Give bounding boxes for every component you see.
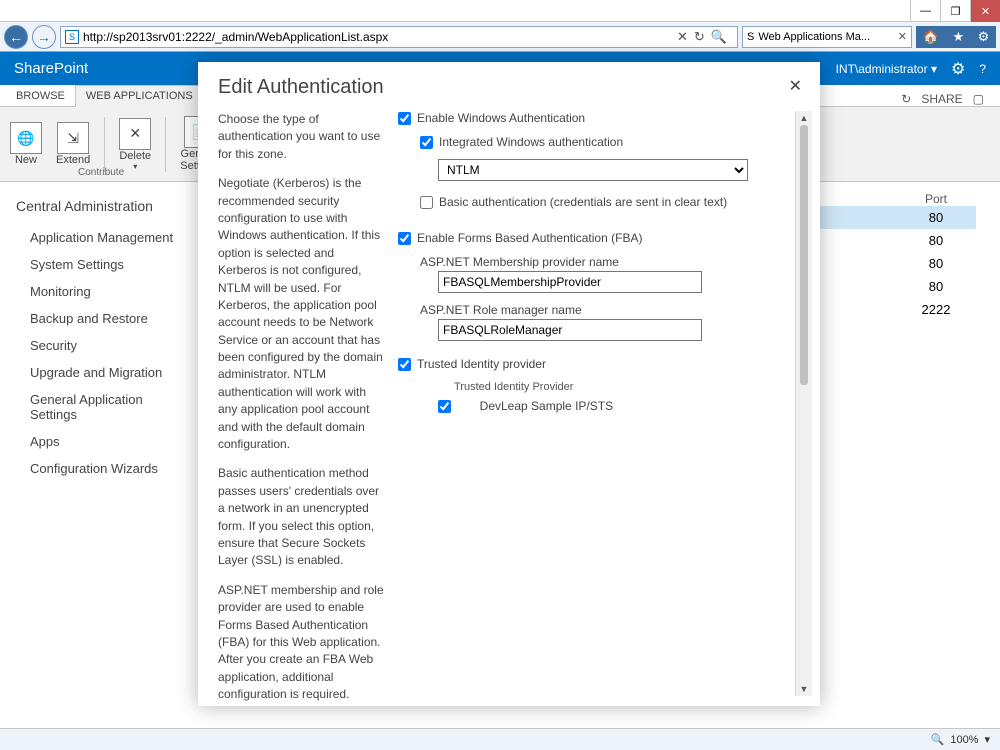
integrated-windows-auth-checkbox[interactable]: Integrated Windows authentication (420, 135, 789, 149)
enable-windows-auth-checkbox[interactable]: Enable Windows Authentication (398, 111, 789, 125)
home-icon[interactable]: 🏠 (923, 29, 939, 45)
role-label: ASP.NET Role manager name (398, 303, 789, 317)
window-minimize-button[interactable]: — (910, 0, 940, 22)
forward-button[interactable]: → (32, 25, 56, 49)
browser-navbar: ← → S http://sp2013srv01:2222/_admin/Web… (0, 22, 1000, 52)
sidebar-item-security[interactable]: Security (16, 332, 180, 359)
extend-icon: ⇲ (57, 122, 89, 154)
help-icon[interactable]: ? (979, 62, 986, 76)
membership-label: ASP.NET Membership provider name (398, 255, 789, 269)
desc-p1: Choose the type of authentication you wa… (218, 111, 384, 163)
desc-p4: ASP.NET membership and role provider are… (218, 582, 384, 704)
sidebar-header: Central Administration (16, 198, 180, 214)
search-icon[interactable]: 🔍 (711, 29, 727, 45)
stop-icon[interactable]: ✕ (677, 29, 688, 45)
dialog-description-pane: Choose the type of authentication you wa… (218, 111, 398, 696)
ribbon-group-label: Contribute (78, 167, 124, 178)
settings-gear-icon[interactable]: ⚙ (951, 59, 965, 79)
dialog-title: Edit Authentication (198, 62, 820, 107)
dialog-close-button[interactable]: ✕ (789, 76, 802, 96)
share-button[interactable]: SHARE (921, 92, 962, 106)
globe-icon: 🌐 (10, 122, 42, 154)
trusted-provider-header: Trusted Identity Provider (398, 381, 789, 393)
zoom-level: 100% (950, 734, 978, 746)
sidebar-item-application-management[interactable]: Application Management (16, 224, 180, 251)
user-menu[interactable]: INT\administrator ▾ (836, 62, 937, 76)
window-titlebar: — ❐ ✕ (0, 0, 1000, 22)
ribbon-delete-button[interactable]: ✕Delete▾ (119, 118, 151, 171)
sidebar-item-system-settings[interactable]: System Settings (16, 251, 180, 278)
sidebar-item-apps[interactable]: Apps (16, 428, 180, 455)
basic-auth-checkbox[interactable]: Basic authentication (credentials are se… (420, 195, 789, 209)
tab-title: Web Applications Ma... (758, 31, 870, 43)
share-refresh-icon[interactable]: ↻ (901, 92, 911, 106)
sidebar-item-config-wizards[interactable]: Configuration Wizards (16, 455, 180, 482)
role-manager-input[interactable] (438, 319, 702, 341)
site-icon: S (65, 30, 79, 44)
focus-icon[interactable]: ▢ (973, 92, 984, 106)
sharepoint-brand: SharePoint (14, 60, 88, 77)
sidebar-item-monitoring[interactable]: Monitoring (16, 278, 180, 305)
favorites-icon[interactable]: ★ (952, 29, 964, 45)
trusted-identity-checkbox[interactable]: Trusted Identity provider (398, 357, 789, 371)
delete-icon: ✕ (119, 118, 151, 150)
refresh-icon[interactable]: ↻ (694, 29, 705, 45)
window-maximize-button[interactable]: ❐ (940, 0, 970, 22)
address-bar[interactable]: S http://sp2013srv01:2222/_admin/WebAppl… (60, 26, 738, 48)
devleap-provider-checkbox[interactable]: DevLeap Sample IP/STS (438, 399, 789, 413)
scroll-up-icon[interactable]: ▲ (800, 113, 809, 123)
tab-web-applications[interactable]: WEB APPLICATIONS (75, 85, 204, 107)
scrollbar-thumb[interactable] (800, 125, 808, 385)
edit-authentication-dialog: Edit Authentication ✕ Choose the type of… (198, 62, 820, 706)
url-text: http://sp2013srv01:2222/_admin/WebApplic… (83, 30, 388, 44)
status-bar: 🔍 100% ▾ (0, 728, 1000, 750)
browser-tab[interactable]: S Web Applications Ma... ✕ (742, 26, 912, 48)
port-column-header: Port (906, 192, 966, 206)
dialog-form-pane: Enable Windows Authentication Integrated… (398, 111, 795, 696)
back-button[interactable]: ← (4, 25, 28, 49)
auth-mode-select[interactable]: NTLM (438, 159, 748, 181)
sidebar-item-backup-restore[interactable]: Backup and Restore (16, 305, 180, 332)
ribbon-extend-button[interactable]: ⇲Extend (56, 122, 90, 166)
tab-browse[interactable]: BROWSE (6, 86, 75, 106)
tab-favicon: S (747, 31, 754, 43)
url-actions: ✕ ↻ 🔍 (671, 29, 733, 45)
zoom-icon[interactable]: 🔍 (931, 733, 945, 746)
dialog-scrollbar[interactable]: ▲ ▼ (795, 111, 812, 696)
ribbon-new-button[interactable]: 🌐New (10, 122, 42, 166)
zoom-dropdown-icon[interactable]: ▾ (984, 733, 990, 746)
window-close-button[interactable]: ✕ (970, 0, 1000, 22)
desc-p3: Basic authentication method passes users… (218, 465, 384, 569)
sidebar: Central Administration Application Manag… (0, 182, 190, 718)
sidebar-item-general-app-settings[interactable]: General Application Settings (16, 386, 180, 428)
scroll-down-icon[interactable]: ▼ (800, 684, 809, 694)
tab-close-icon[interactable]: ✕ (898, 30, 907, 43)
enable-fba-checkbox[interactable]: Enable Forms Based Authentication (FBA) (398, 231, 789, 245)
browser-toolbar: 🏠 ★ ⚙ (916, 26, 996, 48)
desc-p2: Negotiate (Kerberos) is the recommended … (218, 175, 384, 453)
membership-provider-input[interactable] (438, 271, 702, 293)
tools-icon[interactable]: ⚙ (978, 29, 990, 45)
sidebar-item-upgrade-migration[interactable]: Upgrade and Migration (16, 359, 180, 386)
